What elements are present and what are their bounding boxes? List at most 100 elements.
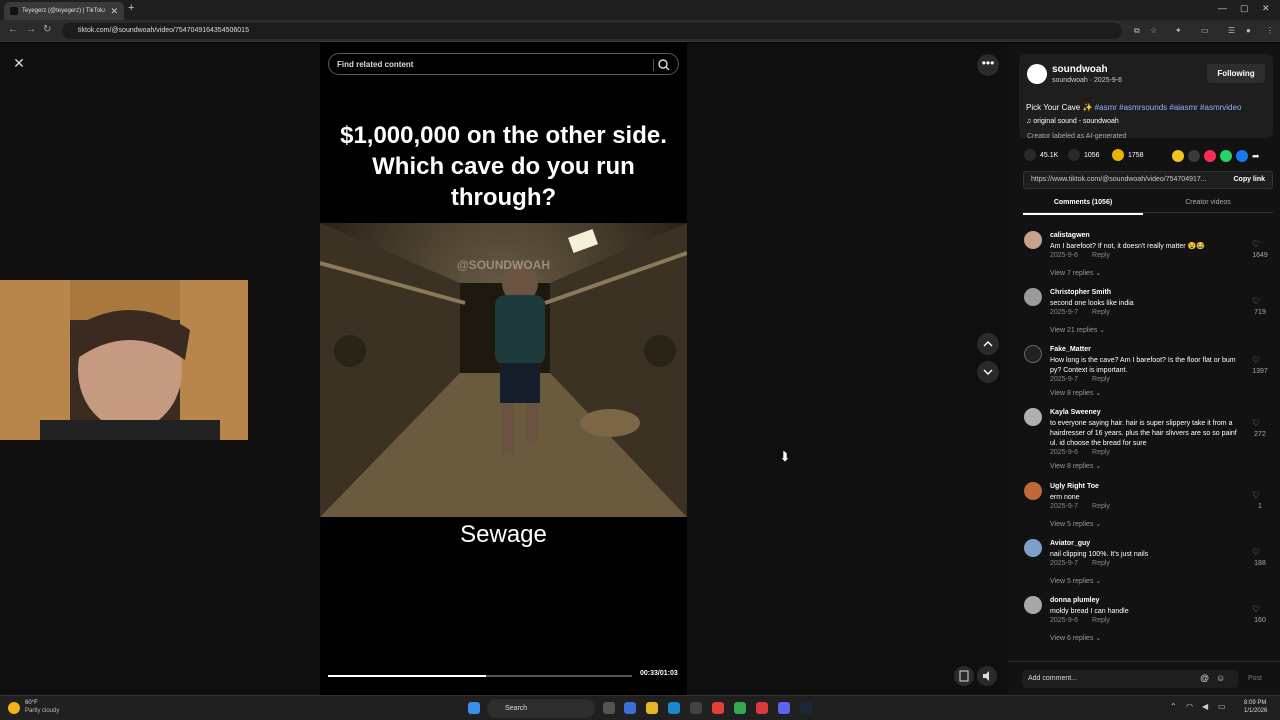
battery-icon[interactable]: ▭ bbox=[1218, 702, 1226, 711]
discord-icon[interactable] bbox=[778, 702, 790, 714]
bookmark-star-icon[interactable]: ☆ bbox=[1150, 26, 1157, 35]
comment-username[interactable]: Ugly Right Toe bbox=[1050, 483, 1099, 490]
view-replies-button[interactable]: View 8 replies ⌄ bbox=[1050, 389, 1101, 397]
video-progress-bar[interactable] bbox=[328, 675, 632, 677]
commenter-avatar[interactable] bbox=[1024, 231, 1042, 249]
view-replies-button[interactable]: View 6 replies ⌄ bbox=[1050, 634, 1101, 642]
search-input[interactable]: Find related content bbox=[328, 53, 679, 75]
tab-comments[interactable]: Comments (1056) bbox=[1023, 193, 1143, 215]
task-view-icon[interactable] bbox=[603, 702, 615, 714]
window-close-button[interactable]: ✕ bbox=[1262, 3, 1270, 14]
commenter-avatar[interactable] bbox=[1024, 596, 1042, 614]
comment-username[interactable]: Kayla Sweeney bbox=[1050, 409, 1101, 416]
split-view-icon[interactable]: ▭ bbox=[1201, 26, 1209, 35]
chrome-active-icon[interactable] bbox=[734, 702, 746, 714]
commenter-avatar[interactable] bbox=[1024, 408, 1042, 426]
view-replies-button[interactable]: View 8 replies ⌄ bbox=[1050, 462, 1101, 470]
reply-button[interactable]: Reply bbox=[1092, 560, 1110, 567]
url-field[interactable]: tiktok.com/@soundwoah/video/754704916435… bbox=[62, 23, 1122, 39]
profile-avatar-icon[interactable]: ● bbox=[1246, 26, 1251, 35]
tab-close-icon[interactable]: ✕ bbox=[110, 2, 118, 20]
file-explorer-icon[interactable] bbox=[646, 702, 658, 714]
clock-time[interactable]: 8:09 PM bbox=[1244, 700, 1266, 706]
heart-outline-icon[interactable]: ♡ bbox=[1252, 296, 1260, 307]
picture-in-picture-button[interactable] bbox=[954, 666, 974, 686]
like-button[interactable]: 45.1K bbox=[1024, 149, 1058, 163]
minimize-button[interactable]: — bbox=[1218, 3, 1227, 13]
hashtags[interactable]: #asmr #asmrsounds #aiasmr #asmrvideo bbox=[1095, 103, 1242, 112]
comment-username[interactable]: Christopher Smith bbox=[1050, 289, 1111, 296]
new-tab-button[interactable]: + bbox=[128, 2, 134, 14]
commenter-avatar[interactable] bbox=[1024, 345, 1042, 363]
reply-button[interactable]: Reply bbox=[1092, 449, 1110, 456]
volume-button[interactable] bbox=[977, 666, 997, 686]
author-avatar[interactable] bbox=[1027, 64, 1047, 84]
whatsapp-icon[interactable] bbox=[1220, 150, 1232, 162]
forward-button[interactable]: → bbox=[26, 24, 36, 35]
app-icon[interactable] bbox=[756, 702, 768, 714]
embed-icon[interactable] bbox=[1188, 150, 1200, 162]
copilot-icon[interactable] bbox=[624, 702, 636, 714]
heart-outline-icon[interactable]: ♡ bbox=[1252, 418, 1260, 429]
save-button[interactable]: 1758 bbox=[1112, 149, 1144, 163]
history-icon[interactable]: ☰ bbox=[1228, 26, 1235, 35]
repost-icon[interactable] bbox=[1172, 150, 1184, 162]
commenter-avatar[interactable] bbox=[1024, 288, 1042, 306]
mention-icon[interactable]: @ bbox=[1200, 673, 1209, 683]
commenter-avatar[interactable] bbox=[1024, 539, 1042, 557]
tab-audio-icon[interactable]: ♪ bbox=[103, 2, 107, 20]
network-icon[interactable]: ◠ bbox=[1186, 702, 1193, 711]
weather-temp[interactable]: 60°F bbox=[25, 700, 38, 706]
video-player[interactable]: Find related content $1,000,000 on the o… bbox=[320, 43, 687, 695]
start-icon[interactable] bbox=[468, 702, 480, 714]
heart-outline-icon[interactable]: ♡ bbox=[1252, 355, 1260, 366]
reply-button[interactable]: Reply bbox=[1092, 376, 1110, 383]
comment-input[interactable]: Add comment... @ ☺ bbox=[1022, 670, 1238, 688]
heart-outline-icon[interactable]: ♡ bbox=[1252, 604, 1260, 615]
heart-outline-icon[interactable]: ♡ bbox=[1252, 490, 1260, 501]
share-arrow-icon[interactable]: ➦ bbox=[1252, 150, 1264, 162]
close-icon[interactable]: ✕ bbox=[9, 53, 29, 73]
volume-tray-icon[interactable]: ◀ bbox=[1202, 702, 1208, 711]
reply-button[interactable]: Reply bbox=[1092, 309, 1110, 316]
weather-icon[interactable] bbox=[8, 702, 20, 714]
view-replies-button[interactable]: View 5 replies ⌄ bbox=[1050, 520, 1101, 528]
comment-username[interactable]: Aviator_guy bbox=[1050, 540, 1090, 547]
store-icon[interactable] bbox=[690, 702, 702, 714]
search-icon[interactable] bbox=[656, 57, 672, 73]
comment-username[interactable]: donna plumley bbox=[1050, 597, 1099, 604]
facebook-icon[interactable] bbox=[1236, 150, 1248, 162]
comment-username[interactable]: calistagwen bbox=[1050, 232, 1090, 239]
install-icon[interactable]: ⧉ bbox=[1134, 26, 1140, 36]
more-options-button[interactable]: ••• bbox=[977, 54, 999, 76]
view-replies-button[interactable]: View 7 replies ⌄ bbox=[1050, 269, 1101, 277]
comment-username[interactable]: Fake_Matter bbox=[1050, 346, 1091, 353]
reload-button[interactable]: ↻ bbox=[43, 24, 51, 35]
heart-outline-icon[interactable]: ♡ bbox=[1252, 239, 1260, 250]
extensions-icon[interactable]: ✦ bbox=[1175, 26, 1182, 35]
reply-button[interactable]: Reply bbox=[1092, 252, 1110, 259]
taskbar-search[interactable]: Search bbox=[487, 699, 595, 718]
comment-button[interactable]: 1056 bbox=[1068, 149, 1100, 163]
previous-video-button[interactable] bbox=[977, 333, 999, 355]
post-button[interactable]: Post bbox=[1248, 670, 1262, 688]
next-video-button[interactable] bbox=[977, 361, 999, 383]
following-button[interactable]: Following bbox=[1207, 64, 1265, 83]
view-replies-button[interactable]: View 21 replies ⌄ bbox=[1050, 326, 1105, 334]
copy-link-button[interactable]: Copy link bbox=[1233, 172, 1265, 188]
sound-link[interactable]: ♫ original sound - soundwoah bbox=[1026, 118, 1119, 125]
tab-creator-videos[interactable]: Creator videos bbox=[1148, 193, 1268, 213]
view-replies-button[interactable]: View 5 replies ⌄ bbox=[1050, 577, 1101, 585]
steam-icon[interactable] bbox=[800, 702, 812, 714]
comment-list[interactable]: calistagwen Am I barefoot? If not, it do… bbox=[1008, 217, 1280, 655]
author-name[interactable]: soundwoah bbox=[1052, 64, 1108, 75]
share-link-url[interactable]: https://www.tiktok.com/@soundwoah/video/… bbox=[1031, 172, 1211, 188]
browser-tab[interactable]: Teyegerz (@teyegerz) | TikTok ♪ ✕ bbox=[4, 2, 124, 20]
maximize-button[interactable]: ▢ bbox=[1240, 3, 1249, 14]
tray-overflow-icon[interactable]: ⌃ bbox=[1170, 702, 1177, 711]
back-button[interactable]: ← bbox=[8, 24, 18, 35]
edge-icon[interactable] bbox=[668, 702, 680, 714]
browser-menu-icon[interactable]: ⋮ bbox=[1266, 26, 1274, 35]
send-icon[interactable] bbox=[1204, 150, 1216, 162]
commenter-avatar[interactable] bbox=[1024, 482, 1042, 500]
